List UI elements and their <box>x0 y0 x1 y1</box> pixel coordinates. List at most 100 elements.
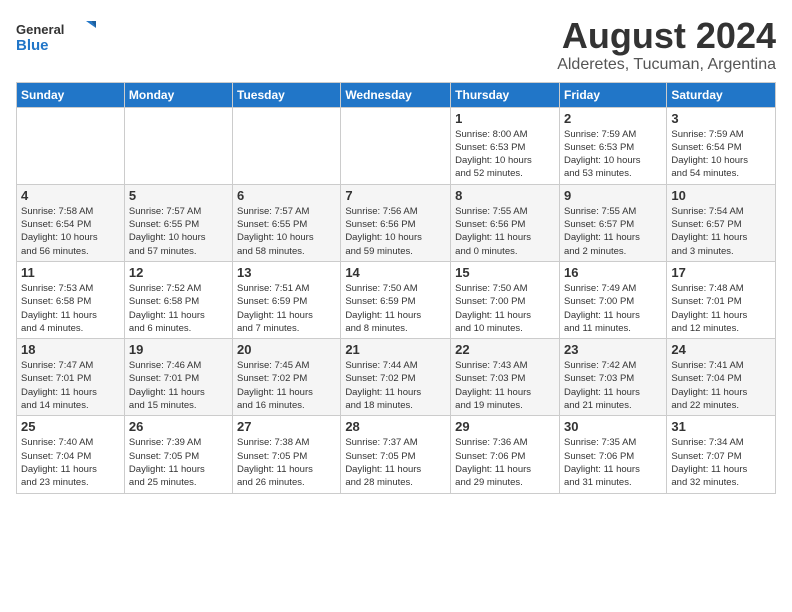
day-number: 2 <box>564 111 662 126</box>
calendar-week-row: 11 Sunrise: 7:53 AM Sunset: 6:58 PM Dayli… <box>17 261 776 338</box>
calendar-cell: 27Sunrise: 7:38 AM Sunset: 7:05 PM Dayli… <box>233 416 341 493</box>
svg-text:Blue: Blue <box>16 37 49 54</box>
calendar-cell: 23 Sunrise: 7:42 AM Sunset: 7:03 PM Dayli… <box>559 339 666 416</box>
day-info: Sunrise: 7:43 AM Sunset: 7:03 PM Dayligh… <box>455 359 555 412</box>
day-number: 26 <box>129 419 228 434</box>
title-block: August 2024 Alderetes, Tucuman, Argentin… <box>557 16 776 74</box>
day-number: 6 <box>237 188 336 203</box>
calendar-cell: 18 Sunrise: 7:47 AM Sunset: 7:01 PM Dayli… <box>17 339 125 416</box>
day-number: 17 <box>671 265 771 280</box>
calendar-cell: 16Sunrise: 7:49 AM Sunset: 7:00 PM Dayli… <box>559 261 666 338</box>
day-info: Sunrise: 7:58 AM Sunset: 6:54 PM Dayligh… <box>21 205 120 258</box>
calendar-cell: 30 Sunrise: 7:35 AM Sunset: 7:06 PM Dayli… <box>559 416 666 493</box>
day-info: Sunrise: 7:57 AM Sunset: 6:55 PM Dayligh… <box>129 205 228 258</box>
calendar-cell: 20 Sunrise: 7:45 AM Sunset: 7:02 PM Dayli… <box>233 339 341 416</box>
col-friday: Friday <box>559 82 666 107</box>
calendar-cell: 12 Sunrise: 7:52 AM Sunset: 6:58 PM Dayli… <box>124 261 232 338</box>
calendar-cell: 28Sunrise: 7:37 AM Sunset: 7:05 PM Dayli… <box>341 416 451 493</box>
day-info: Sunrise: 7:59 AM Sunset: 6:53 PM Dayligh… <box>564 128 662 181</box>
calendar-cell: 14 Sunrise: 7:50 AM Sunset: 6:59 PM Dayli… <box>341 261 451 338</box>
day-info: Sunrise: 7:54 AM Sunset: 6:57 PM Dayligh… <box>671 205 771 258</box>
calendar-cell: 6 Sunrise: 7:57 AM Sunset: 6:55 PM Daylig… <box>233 184 341 261</box>
day-info: Sunrise: 7:56 AM Sunset: 6:56 PM Dayligh… <box>345 205 446 258</box>
day-number: 14 <box>345 265 446 280</box>
day-info: Sunrise: 7:48 AM Sunset: 7:01 PM Dayligh… <box>671 282 771 335</box>
calendar-cell <box>341 107 451 184</box>
calendar-cell: 2 Sunrise: 7:59 AM Sunset: 6:53 PM Daylig… <box>559 107 666 184</box>
day-number: 28 <box>345 419 446 434</box>
day-number: 24 <box>671 342 771 357</box>
day-number: 11 <box>21 265 120 280</box>
day-info: Sunrise: 7:47 AM Sunset: 7:01 PM Dayligh… <box>21 359 120 412</box>
page-container: General Blue August 2024 Alderetes, Tucu… <box>0 0 792 502</box>
day-info: Sunrise: 7:59 AM Sunset: 6:54 PM Dayligh… <box>671 128 771 181</box>
day-number: 30 <box>564 419 662 434</box>
calendar-cell: 7 Sunrise: 7:56 AM Sunset: 6:56 PM Daylig… <box>341 184 451 261</box>
calendar-cell: 19Sunrise: 7:46 AM Sunset: 7:01 PM Dayli… <box>124 339 232 416</box>
day-info: Sunrise: 7:52 AM Sunset: 6:58 PM Dayligh… <box>129 282 228 335</box>
col-sunday: Sunday <box>17 82 125 107</box>
day-number: 18 <box>21 342 120 357</box>
svg-text:General: General <box>16 22 64 37</box>
day-info: Sunrise: 7:55 AM Sunset: 6:56 PM Dayligh… <box>455 205 555 258</box>
calendar-cell: 29Sunrise: 7:36 AM Sunset: 7:06 PM Dayli… <box>451 416 560 493</box>
calendar-cell: 11 Sunrise: 7:53 AM Sunset: 6:58 PM Dayli… <box>17 261 125 338</box>
day-number: 22 <box>455 342 555 357</box>
day-number: 4 <box>21 188 120 203</box>
calendar-cell: 13Sunrise: 7:51 AM Sunset: 6:59 PM Dayli… <box>233 261 341 338</box>
calendar-cell: 26Sunrise: 7:39 AM Sunset: 7:05 PM Dayli… <box>124 416 232 493</box>
day-info: Sunrise: 7:53 AM Sunset: 6:58 PM Dayligh… <box>21 282 120 335</box>
day-number: 20 <box>237 342 336 357</box>
calendar-cell <box>233 107 341 184</box>
calendar-week-row: 1 Sunrise: 8:00 AM Sunset: 6:53 PM Daylig… <box>17 107 776 184</box>
calendar-cell: 8 Sunrise: 7:55 AM Sunset: 6:56 PM Daylig… <box>451 184 560 261</box>
day-number: 7 <box>345 188 446 203</box>
calendar-week-row: 25 Sunrise: 7:40 AM Sunset: 7:04 PM Dayli… <box>17 416 776 493</box>
day-info: Sunrise: 8:00 AM Sunset: 6:53 PM Dayligh… <box>455 128 555 181</box>
calendar-cell: 22 Sunrise: 7:43 AM Sunset: 7:03 PM Dayli… <box>451 339 560 416</box>
calendar-cell <box>124 107 232 184</box>
main-title: August 2024 <box>557 16 776 56</box>
day-info: Sunrise: 7:57 AM Sunset: 6:55 PM Dayligh… <box>237 205 336 258</box>
calendar-cell: 21Sunrise: 7:44 AM Sunset: 7:02 PM Dayli… <box>341 339 451 416</box>
day-info: Sunrise: 7:40 AM Sunset: 7:04 PM Dayligh… <box>21 436 120 489</box>
calendar-week-row: 4 Sunrise: 7:58 AM Sunset: 6:54 PM Daylig… <box>17 184 776 261</box>
col-wednesday: Wednesday <box>341 82 451 107</box>
day-info: Sunrise: 7:44 AM Sunset: 7:02 PM Dayligh… <box>345 359 446 412</box>
calendar-cell: 9 Sunrise: 7:55 AM Sunset: 6:57 PM Daylig… <box>559 184 666 261</box>
calendar-cell: 17 Sunrise: 7:48 AM Sunset: 7:01 PM Dayli… <box>667 261 776 338</box>
logo: General Blue <box>16 16 96 56</box>
day-info: Sunrise: 7:50 AM Sunset: 6:59 PM Dayligh… <box>345 282 446 335</box>
subtitle: Alderetes, Tucuman, Argentina <box>557 56 776 74</box>
day-number: 29 <box>455 419 555 434</box>
day-number: 10 <box>671 188 771 203</box>
header: General Blue August 2024 Alderetes, Tucu… <box>16 16 776 74</box>
calendar-header-row: Sunday Monday Tuesday Wednesday Thursday… <box>17 82 776 107</box>
day-number: 13 <box>237 265 336 280</box>
calendar-cell <box>17 107 125 184</box>
day-number: 9 <box>564 188 662 203</box>
day-number: 27 <box>237 419 336 434</box>
day-info: Sunrise: 7:42 AM Sunset: 7:03 PM Dayligh… <box>564 359 662 412</box>
calendar-cell: 5 Sunrise: 7:57 AM Sunset: 6:55 PM Daylig… <box>124 184 232 261</box>
day-info: Sunrise: 7:49 AM Sunset: 7:00 PM Dayligh… <box>564 282 662 335</box>
day-number: 23 <box>564 342 662 357</box>
day-info: Sunrise: 7:35 AM Sunset: 7:06 PM Dayligh… <box>564 436 662 489</box>
day-info: Sunrise: 7:46 AM Sunset: 7:01 PM Dayligh… <box>129 359 228 412</box>
calendar-cell: 31Sunrise: 7:34 AM Sunset: 7:07 PM Dayli… <box>667 416 776 493</box>
col-monday: Monday <box>124 82 232 107</box>
col-tuesday: Tuesday <box>233 82 341 107</box>
calendar-cell: 25 Sunrise: 7:40 AM Sunset: 7:04 PM Dayli… <box>17 416 125 493</box>
calendar-cell: 10 Sunrise: 7:54 AM Sunset: 6:57 PM Dayli… <box>667 184 776 261</box>
calendar-table: Sunday Monday Tuesday Wednesday Thursday… <box>16 82 776 494</box>
day-number: 8 <box>455 188 555 203</box>
day-number: 25 <box>21 419 120 434</box>
day-info: Sunrise: 7:45 AM Sunset: 7:02 PM Dayligh… <box>237 359 336 412</box>
day-info: Sunrise: 7:55 AM Sunset: 6:57 PM Dayligh… <box>564 205 662 258</box>
day-number: 5 <box>129 188 228 203</box>
day-number: 12 <box>129 265 228 280</box>
col-saturday: Saturday <box>667 82 776 107</box>
day-number: 3 <box>671 111 771 126</box>
day-info: Sunrise: 7:41 AM Sunset: 7:04 PM Dayligh… <box>671 359 771 412</box>
day-number: 1 <box>455 111 555 126</box>
